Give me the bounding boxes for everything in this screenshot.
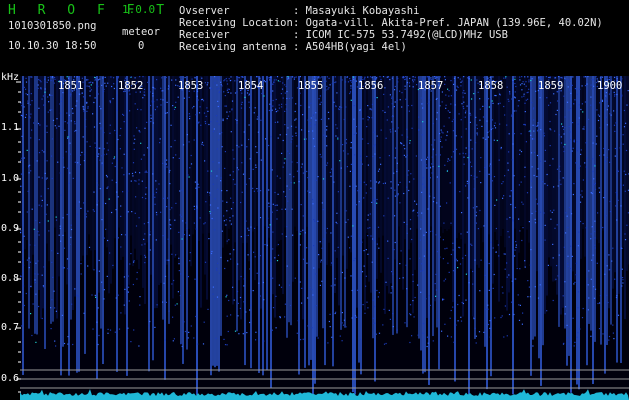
time-tick-label: 1854	[238, 80, 264, 92]
time-tick-label: 1853	[178, 80, 204, 92]
spectrogram-area	[20, 76, 629, 400]
spectrogram-canvas	[20, 76, 629, 400]
y-axis-ticks	[16, 81, 21, 393]
location-value: : Ogata-vill. Akita-Pref. JAPAN (139.96E…	[293, 17, 603, 29]
observer-label: Ovserver	[179, 5, 230, 17]
time-tick-label: 1852	[118, 80, 144, 92]
meteor-count: 0	[138, 40, 145, 52]
date-time: 10.10.30 18:50	[8, 40, 97, 52]
time-tick-label: 1858	[478, 80, 504, 92]
antenna-value: : A504HB(yagi 4el)	[293, 41, 407, 53]
time-tick-label: 1855	[298, 80, 324, 92]
meteor-label: meteor	[122, 26, 160, 38]
antenna-label: Receiving antenna	[179, 41, 287, 53]
time-tick-label: 1857	[418, 80, 444, 92]
time-tick-label: 1851	[58, 80, 84, 92]
time-tick-label: 1900	[597, 80, 623, 92]
observer-value: : Masayuki Kobayashi	[293, 5, 420, 17]
time-tick-label: 1856	[358, 80, 384, 92]
receiver-label: Receiver	[179, 29, 230, 41]
location-label: Receiving Location	[179, 17, 293, 29]
image-filename: 1010301850.png	[8, 20, 97, 32]
app-version: 1.0.0	[122, 3, 156, 16]
receiver-value: : ICOM IC-575 53.7492(@LCD)MHz USB	[293, 29, 508, 41]
time-tick-label: 1859	[538, 80, 564, 92]
